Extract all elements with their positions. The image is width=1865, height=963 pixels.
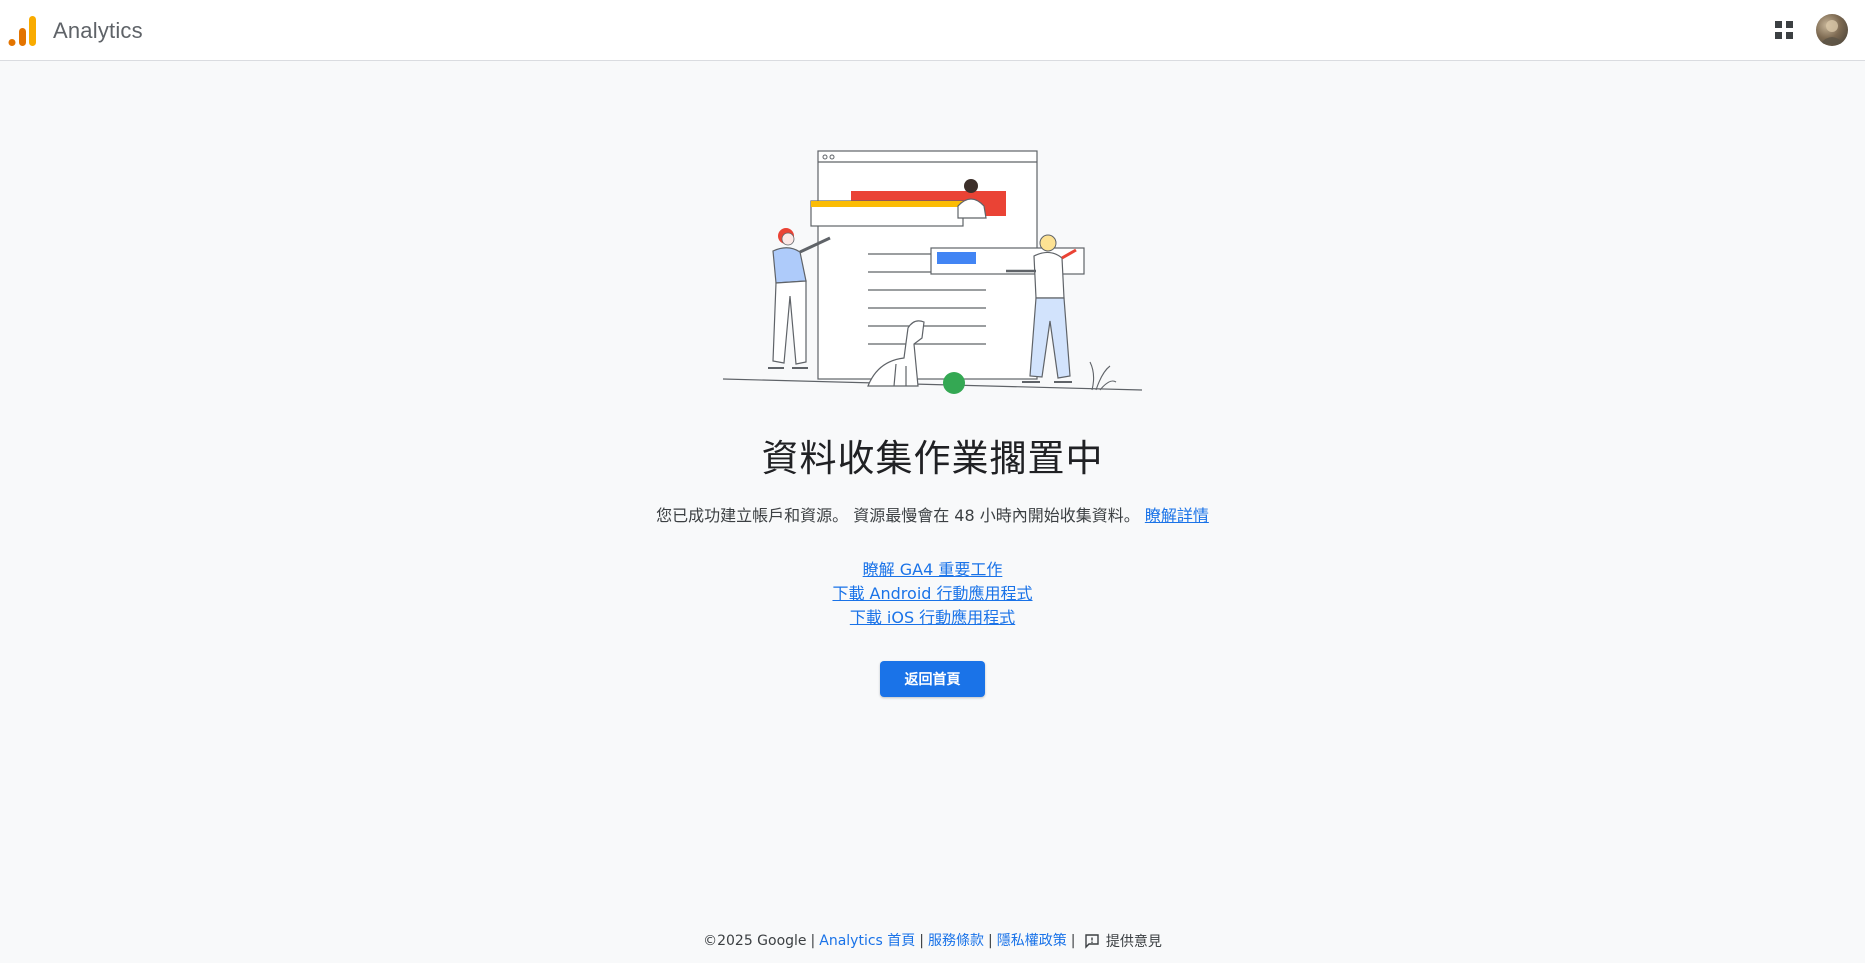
description-text: 您已成功建立帳戶和資源。 資源最慢會在 48 小時內開始收集資料。 bbox=[656, 506, 1140, 525]
setup-illustration bbox=[722, 150, 1143, 394]
feedback-label: 提供意見 bbox=[1105, 934, 1162, 950]
copyright: ©2025 Google bbox=[703, 933, 807, 949]
footer-link-analytics-home[interactable]: Analytics 首頁 bbox=[819, 933, 915, 949]
footer-link-privacy[interactable]: 隱私權政策 bbox=[997, 933, 1067, 949]
footer: ©2025 Google | Analytics 首頁 | 服務條款 | 隱私權政策 | 提供… bbox=[703, 931, 1162, 951]
return-home-button[interactable]: 返回首頁 bbox=[880, 661, 985, 697]
resource-links: 瞭解 GA4 重要工作 下載 Android 行動應用程式 下載 iOS 行動應… bbox=[0, 558, 1865, 630]
page-title: 資料收集作業擱置中 bbox=[761, 437, 1104, 480]
analytics-logo-icon[interactable] bbox=[7, 14, 37, 46]
learn-more-link[interactable]: 瞭解詳情 bbox=[1145, 506, 1209, 525]
ground-line bbox=[722, 378, 1143, 391]
apps-grid-icon[interactable] bbox=[1772, 18, 1796, 42]
description: 您已成功建立帳戶和資源。 資源最慢會在 48 小時內開始收集資料。 瞭解詳情 bbox=[0, 502, 1865, 526]
link-ga4-tasks[interactable]: 瞭解 GA4 重要工作 bbox=[863, 558, 1003, 582]
feedback-icon bbox=[1085, 934, 1099, 949]
app-name[interactable]: Analytics bbox=[53, 18, 143, 44]
feedback-button[interactable]: 提供意見 bbox=[1084, 931, 1162, 951]
green-ball bbox=[943, 372, 965, 394]
link-android-app[interactable]: 下載 Android 行動應用程式 bbox=[832, 582, 1032, 606]
top-bar: Analytics bbox=[0, 0, 1865, 61]
footer-link-terms[interactable]: 服務條款 bbox=[928, 933, 984, 949]
link-ios-app[interactable]: 下載 iOS 行動應用程式 bbox=[850, 606, 1015, 630]
account-avatar[interactable] bbox=[1816, 14, 1848, 46]
